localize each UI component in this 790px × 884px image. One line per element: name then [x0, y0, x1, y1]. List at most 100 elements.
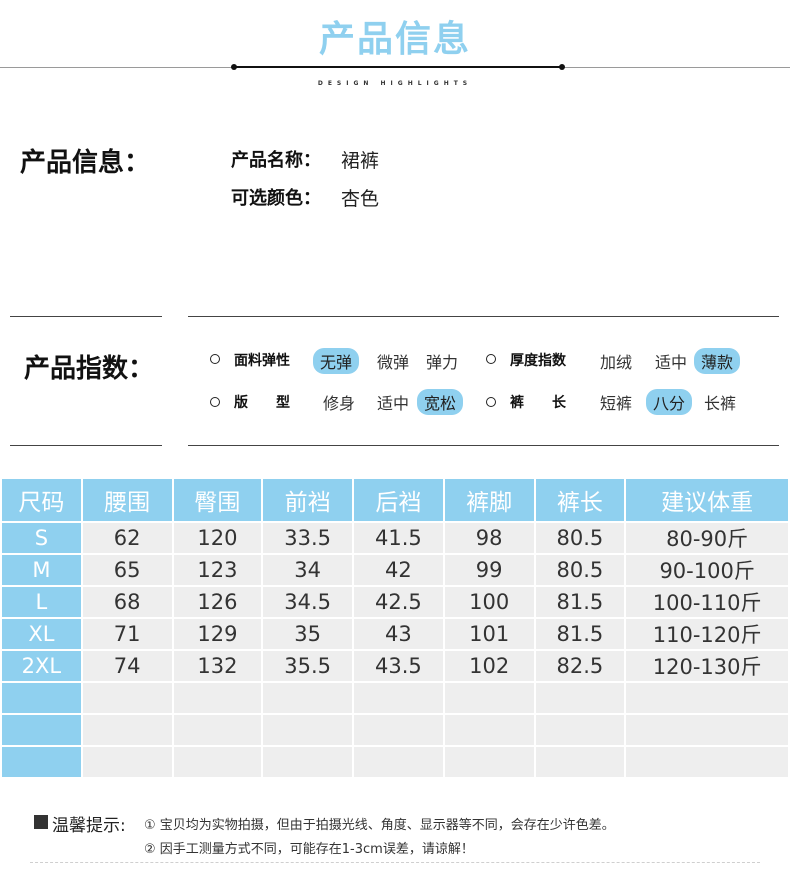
table-cell — [171, 681, 264, 715]
size-cell: M — [0, 553, 83, 587]
table-cell — [261, 681, 355, 715]
size-cell: S — [0, 521, 83, 555]
table-row-empty — [0, 713, 790, 747]
table-cell — [352, 713, 445, 747]
option-fit-slim: 修身 — [323, 394, 356, 413]
bullet-circle-icon — [486, 354, 496, 364]
option-elasticity-slight: 微弹 — [377, 353, 410, 372]
bullet-circle-icon — [210, 354, 220, 364]
option-elasticity-stretch: 弹力 — [426, 353, 459, 372]
index-divider-top-right — [188, 316, 779, 317]
table-row: 2XL 74 132 35.5 43.5 102 82.5 120-130斤 — [0, 649, 790, 683]
table-cell: 71 — [80, 617, 174, 651]
header-line-dot-right — [559, 64, 565, 70]
table-cell — [533, 713, 627, 747]
table-cell: 65 — [80, 553, 174, 587]
col-header-back-rise: 后裆 — [352, 477, 445, 523]
col-header-size: 尺码 — [0, 477, 83, 523]
table-row-empty — [0, 745, 790, 779]
table-cell — [624, 713, 790, 747]
col-header-weight: 建议体重 — [624, 477, 790, 523]
size-cell: L — [0, 585, 83, 619]
product-color-value: 杏色 — [341, 188, 380, 210]
index-divider-bottom-left — [10, 445, 162, 446]
table-cell — [442, 745, 536, 779]
table-cell — [80, 713, 174, 747]
option-length-shorts: 短裤 — [600, 394, 633, 413]
option-thickness-thin: 薄款 — [694, 348, 741, 374]
bullet-circle-icon — [210, 397, 220, 407]
product-name-label: 产品名称： — [231, 150, 321, 171]
table-cell: 99 — [442, 553, 536, 587]
table-cell — [533, 681, 627, 715]
table-row: XL 71 129 35 43 101 81.5 110-120斤 — [0, 617, 790, 651]
table-cell: 100 — [442, 585, 536, 619]
header-line-dot-left — [231, 64, 237, 70]
table-cell: 35.5 — [261, 649, 355, 683]
table-cell: 68 — [80, 585, 174, 619]
col-header-waist: 腰围 — [80, 477, 174, 523]
index-divider-bottom-right — [188, 445, 779, 446]
table-cell — [624, 681, 790, 715]
table-cell: 42 — [352, 553, 445, 587]
index-label-thickness: 厚度指数 — [510, 353, 566, 369]
table-cell — [171, 713, 264, 747]
table-row: L 68 126 34.5 42.5 100 81.5 100-110斤 — [0, 585, 790, 619]
table-row: M 65 123 34 42 99 80.5 90-100斤 — [0, 553, 790, 587]
size-cell — [0, 681, 83, 715]
table-cell — [261, 713, 355, 747]
table-cell: 82.5 — [533, 649, 627, 683]
product-color-label: 可选颜色： — [231, 188, 321, 209]
notice-item-2: ② 因手工测量方式不同，可能存在1-3cm误差，请谅解！ — [144, 842, 474, 857]
table-cell — [442, 681, 536, 715]
table-cell — [80, 745, 174, 779]
notice-title: 温馨提示: — [52, 816, 126, 836]
table-cell: 100-110斤 — [624, 585, 790, 619]
table-cell: 41.5 — [352, 521, 445, 555]
size-cell — [0, 713, 83, 747]
index-label-fit: 版 型 — [234, 395, 290, 411]
col-header-length: 裤长 — [533, 477, 627, 523]
header-subtitle: DESIGN HIGHLIGHTS — [317, 80, 473, 87]
table-row-empty — [0, 681, 790, 715]
option-elasticity-none: 无弹 — [313, 348, 360, 374]
notice-item-1: ① 宝贝均为实物拍摄，但由于拍摄光线、角度、显示器等不同，会存在少许色差。 — [144, 818, 615, 833]
table-cell — [171, 745, 264, 779]
table-cell: 123 — [171, 553, 264, 587]
table-cell — [261, 745, 355, 779]
table-cell: 62 — [80, 521, 174, 555]
index-label-length: 裤 长 — [510, 395, 566, 411]
table-cell: 120 — [171, 521, 264, 555]
option-thickness-fleece: 加绒 — [600, 353, 633, 372]
table-cell: 33.5 — [261, 521, 355, 555]
table-cell: 35 — [261, 617, 355, 651]
option-fit-regular: 适中 — [377, 394, 410, 413]
size-cell: 2XL — [0, 649, 83, 683]
notice-square-icon — [34, 815, 48, 829]
size-cell — [0, 745, 83, 779]
table-cell: 80.5 — [533, 521, 627, 555]
table-header-row: 尺码 腰围 臀围 前裆 后裆 裤脚 裤长 建议体重 — [0, 477, 790, 523]
table-row: S 62 120 33.5 41.5 98 80.5 80-90斤 — [0, 521, 790, 555]
table-cell: 81.5 — [533, 585, 627, 619]
index-label-elasticity: 面料弹性 — [234, 353, 290, 369]
table-cell — [533, 745, 627, 779]
table-cell: 126 — [171, 585, 264, 619]
info-section-title: 产品信息： — [20, 148, 151, 178]
table-cell: 120-130斤 — [624, 649, 790, 683]
table-cell — [442, 713, 536, 747]
size-cell: XL — [0, 617, 83, 651]
table-cell: 132 — [171, 649, 264, 683]
table-cell — [352, 745, 445, 779]
option-length-cropped: 八分 — [646, 389, 693, 415]
table-cell: 102 — [442, 649, 536, 683]
header-accent-line — [233, 66, 563, 68]
col-header-leg-opening: 裤脚 — [442, 477, 536, 523]
table-cell — [352, 681, 445, 715]
option-fit-loose: 宽松 — [417, 389, 464, 415]
table-cell — [80, 681, 174, 715]
col-header-hip: 臀围 — [171, 477, 264, 523]
index-section-title: 产品指数： — [24, 354, 155, 384]
table-cell: 98 — [442, 521, 536, 555]
table-cell: 90-100斤 — [624, 553, 790, 587]
